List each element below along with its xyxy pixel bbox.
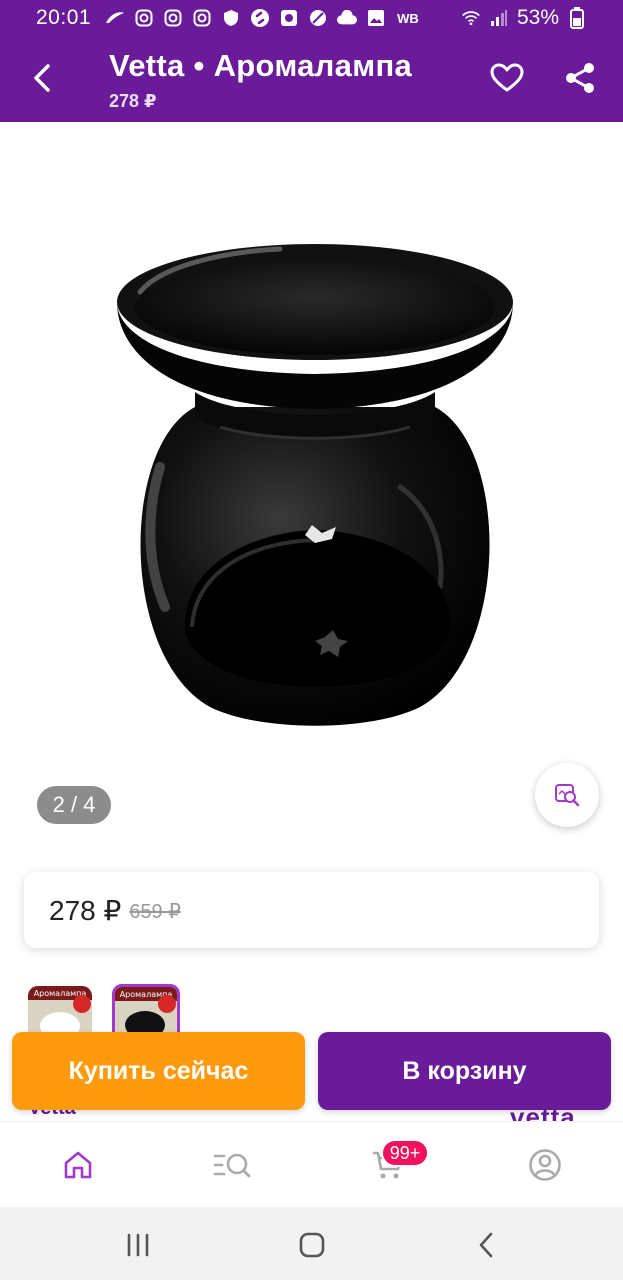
instagram-icon bbox=[134, 8, 154, 28]
price-card: 278 ₽ 659 ₽ bbox=[24, 872, 599, 948]
chevron-left-icon bbox=[34, 64, 50, 92]
image-page-indicator: 2 / 4 bbox=[37, 786, 111, 824]
instagram-icon bbox=[192, 8, 212, 28]
home-square-icon bbox=[299, 1232, 325, 1258]
battery-icon bbox=[567, 7, 587, 29]
system-back-button[interactable] bbox=[466, 1225, 506, 1265]
share-icon bbox=[566, 63, 594, 93]
heart-icon bbox=[490, 63, 524, 92]
recents-icon bbox=[127, 1233, 149, 1257]
notification-icons: WB bbox=[105, 8, 419, 28]
profile-icon bbox=[529, 1149, 561, 1181]
bottom-navigation: 99+ bbox=[0, 1121, 623, 1207]
image-search-icon bbox=[555, 784, 580, 807]
signal-icon bbox=[489, 8, 509, 28]
nav-profile[interactable] bbox=[525, 1145, 565, 1185]
back-chevron-icon bbox=[479, 1232, 493, 1258]
battery-percent: 53% bbox=[516, 6, 559, 29]
catalog-search-icon bbox=[213, 1153, 251, 1178]
product-gallery[interactable]: 2 / 4 bbox=[0, 122, 623, 852]
no-disturb-icon bbox=[308, 8, 328, 28]
current-price: 278 ₽ bbox=[49, 894, 122, 926]
image-icon bbox=[366, 8, 386, 28]
old-price: 659 ₽ bbox=[129, 900, 181, 923]
camera-app-icon bbox=[279, 8, 299, 28]
visual-search-button[interactable] bbox=[535, 763, 599, 827]
page-title: Vetta • Аромалампа bbox=[109, 48, 413, 83]
status-bar: 20:01 WB 53% bbox=[0, 0, 623, 36]
product-header: Vetta • Аромалампа 278 ₽ bbox=[0, 36, 623, 122]
wifi-icon bbox=[461, 8, 481, 28]
share-button[interactable] bbox=[560, 58, 600, 98]
status-time: 20:01 bbox=[36, 6, 92, 29]
swoosh-icon bbox=[105, 8, 125, 28]
back-button[interactable] bbox=[22, 58, 62, 98]
vpn-shield-icon bbox=[221, 8, 241, 28]
header-price: 278 ₽ bbox=[109, 91, 157, 111]
home-icon bbox=[64, 1151, 92, 1179]
buy-now-button[interactable]: Купить сейчас bbox=[12, 1032, 305, 1110]
system-navigation-bar bbox=[0, 1207, 623, 1280]
nav-catalog[interactable] bbox=[213, 1145, 253, 1185]
nav-home[interactable] bbox=[58, 1145, 98, 1185]
cart-count-badge: 99+ bbox=[381, 1139, 429, 1167]
status-right: 53% bbox=[461, 6, 587, 30]
add-to-cart-button[interactable]: В корзину bbox=[318, 1032, 611, 1110]
wb-notification-label: WB bbox=[397, 10, 419, 26]
shazam-icon bbox=[250, 8, 270, 28]
instagram-icon bbox=[163, 8, 183, 28]
system-home-button[interactable] bbox=[292, 1225, 332, 1265]
recent-apps-button[interactable] bbox=[118, 1225, 158, 1265]
cloud-icon bbox=[337, 8, 357, 28]
product-image-aroma-lamp[interactable] bbox=[100, 237, 530, 737]
favorite-button[interactable] bbox=[487, 58, 527, 98]
